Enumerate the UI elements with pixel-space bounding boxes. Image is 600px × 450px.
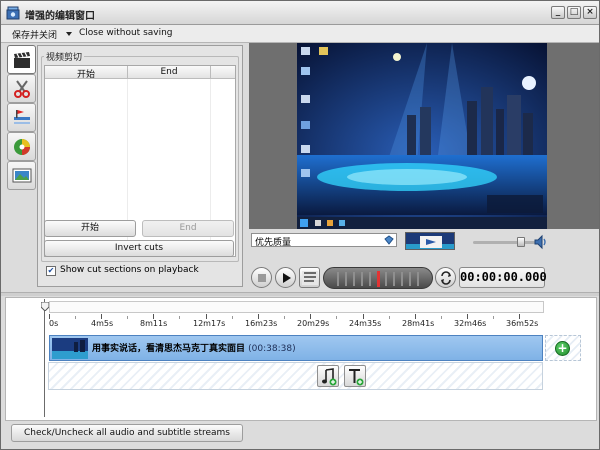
music-note-icon: [322, 368, 337, 386]
check-all-streams-button[interactable]: Check/Uncheck all audio and subtitle str…: [11, 424, 243, 442]
clip-title: 用事实说话，看清思杰马克丁真实面目 (00:38:38): [92, 341, 296, 354]
preview-area: [249, 43, 599, 229]
cuts-table-header: 开始 End: [45, 66, 235, 80]
diamond-arrow-icon[interactable]: [384, 235, 394, 245]
ruler-bar: [49, 301, 544, 313]
video-preview[interactable]: [297, 43, 547, 229]
add-audio-button[interactable]: [317, 365, 339, 387]
column-header-start[interactable]: 开始: [45, 67, 127, 80]
frame-thumbnail-image: [406, 233, 454, 249]
quality-select[interactable]: 优先质量: [251, 233, 397, 248]
jog-ridges: [337, 271, 419, 287]
video-clip[interactable]: 用事实说话，看清思杰马克丁真实面目 (00:38:38): [49, 335, 543, 361]
tool-column: [7, 45, 37, 191]
tick-label: 28m41s: [402, 319, 435, 328]
audio-subtitle-track[interactable]: [48, 362, 543, 390]
tick-label: 8m11s: [140, 319, 168, 328]
picture-icon: [12, 168, 32, 183]
playhead-marker-icon[interactable]: [41, 302, 49, 311]
flag-icon: [14, 110, 30, 124]
clip-thumbnail: [52, 338, 88, 359]
clip-duration: (00:38:38): [248, 344, 296, 354]
minimize-button[interactable]: _: [551, 6, 565, 19]
tool-scissors[interactable]: [7, 74, 36, 103]
menu-bar: 保存并关闭 Close without saving: [1, 25, 599, 43]
play-icon: [283, 273, 291, 283]
column-header-end[interactable]: End: [128, 67, 210, 77]
stop-icon: [258, 274, 266, 282]
save-close-menu[interactable]: 保存并关闭: [12, 28, 57, 41]
quality-select-value: 优先质量: [255, 238, 292, 248]
volume-slider-thumb[interactable]: [517, 237, 525, 247]
playhead-line[interactable]: [44, 299, 45, 417]
film-speed-icon: [302, 271, 318, 285]
dropdown-arrow-icon[interactable]: [66, 32, 72, 37]
volume-slider-track[interactable]: [473, 241, 535, 244]
tick-label: 12m17s: [193, 319, 226, 328]
clip-thumbnail-image: [52, 338, 88, 359]
show-cut-sections-label[interactable]: Show cut sections on playback: [60, 265, 199, 275]
title-bar[interactable]: 增强的编辑窗口 _ □ ×: [1, 1, 599, 25]
tick-label: 4m5s: [91, 319, 114, 328]
app-icon: [6, 6, 20, 20]
add-video-slot[interactable]: +: [545, 335, 581, 361]
cut-group-title: 视频剪切: [44, 50, 85, 63]
maximize-button[interactable]: □: [567, 6, 581, 19]
stop-button[interactable]: [251, 267, 272, 288]
loop-button[interactable]: [435, 267, 456, 288]
clip-title-text: 用事实说话，看清思杰马克丁真实面目: [92, 344, 246, 354]
clapperboard-icon: [14, 52, 30, 68]
tick-label: 16m23s: [245, 319, 278, 328]
play-button[interactable]: [275, 267, 296, 288]
tick-label: 32m46s: [454, 319, 487, 328]
close-without-saving-menu[interactable]: Close without saving: [79, 28, 173, 38]
tick-label: 0s: [49, 319, 59, 328]
panel-splitter[interactable]: [1, 292, 599, 296]
tool-picture[interactable]: [7, 161, 36, 190]
time-ruler[interactable]: 0s 4m5s 8m11s 12m17s 16m23s 20m29s 24m35…: [49, 300, 544, 328]
show-cut-sections-checkbox[interactable]: ✔: [46, 266, 56, 276]
fps-button[interactable]: [299, 267, 320, 288]
tool-flag[interactable]: [7, 103, 36, 132]
cut-end-button[interactable]: End: [142, 220, 234, 237]
add-subtitle-button[interactable]: [344, 365, 366, 387]
jog-scrubber[interactable]: [323, 267, 433, 289]
color-palette-icon: [14, 139, 30, 155]
frame-thumbnail[interactable]: [405, 232, 455, 250]
scissors-icon: [14, 80, 30, 98]
speaker-icon[interactable]: [533, 234, 549, 250]
tick-label: 36m52s: [506, 319, 539, 328]
cut-start-button[interactable]: 开始: [44, 220, 136, 237]
plus-icon[interactable]: +: [555, 341, 570, 356]
window-title: 增强的编辑窗口: [25, 11, 95, 22]
video-cut-panel: 视频剪切 开始 End 开始 End Invert cuts ✔ Show cu…: [37, 45, 243, 287]
desktop-wallpaper-image: [297, 43, 547, 229]
invert-cuts-button[interactable]: Invert cuts: [44, 240, 234, 257]
timecode-display: 00:00:00.000: [459, 267, 547, 288]
tool-clapperboard[interactable]: [7, 45, 36, 74]
editor-window: 增强的编辑窗口 _ □ × 保存并关闭 Close without saving: [0, 0, 600, 450]
tool-color[interactable]: [7, 132, 36, 161]
text-t-icon: [349, 369, 364, 386]
tick-label: 20m29s: [297, 319, 330, 328]
tick-label: 24m35s: [349, 319, 382, 328]
loop-icon: [441, 271, 451, 285]
close-button[interactable]: ×: [583, 6, 597, 19]
